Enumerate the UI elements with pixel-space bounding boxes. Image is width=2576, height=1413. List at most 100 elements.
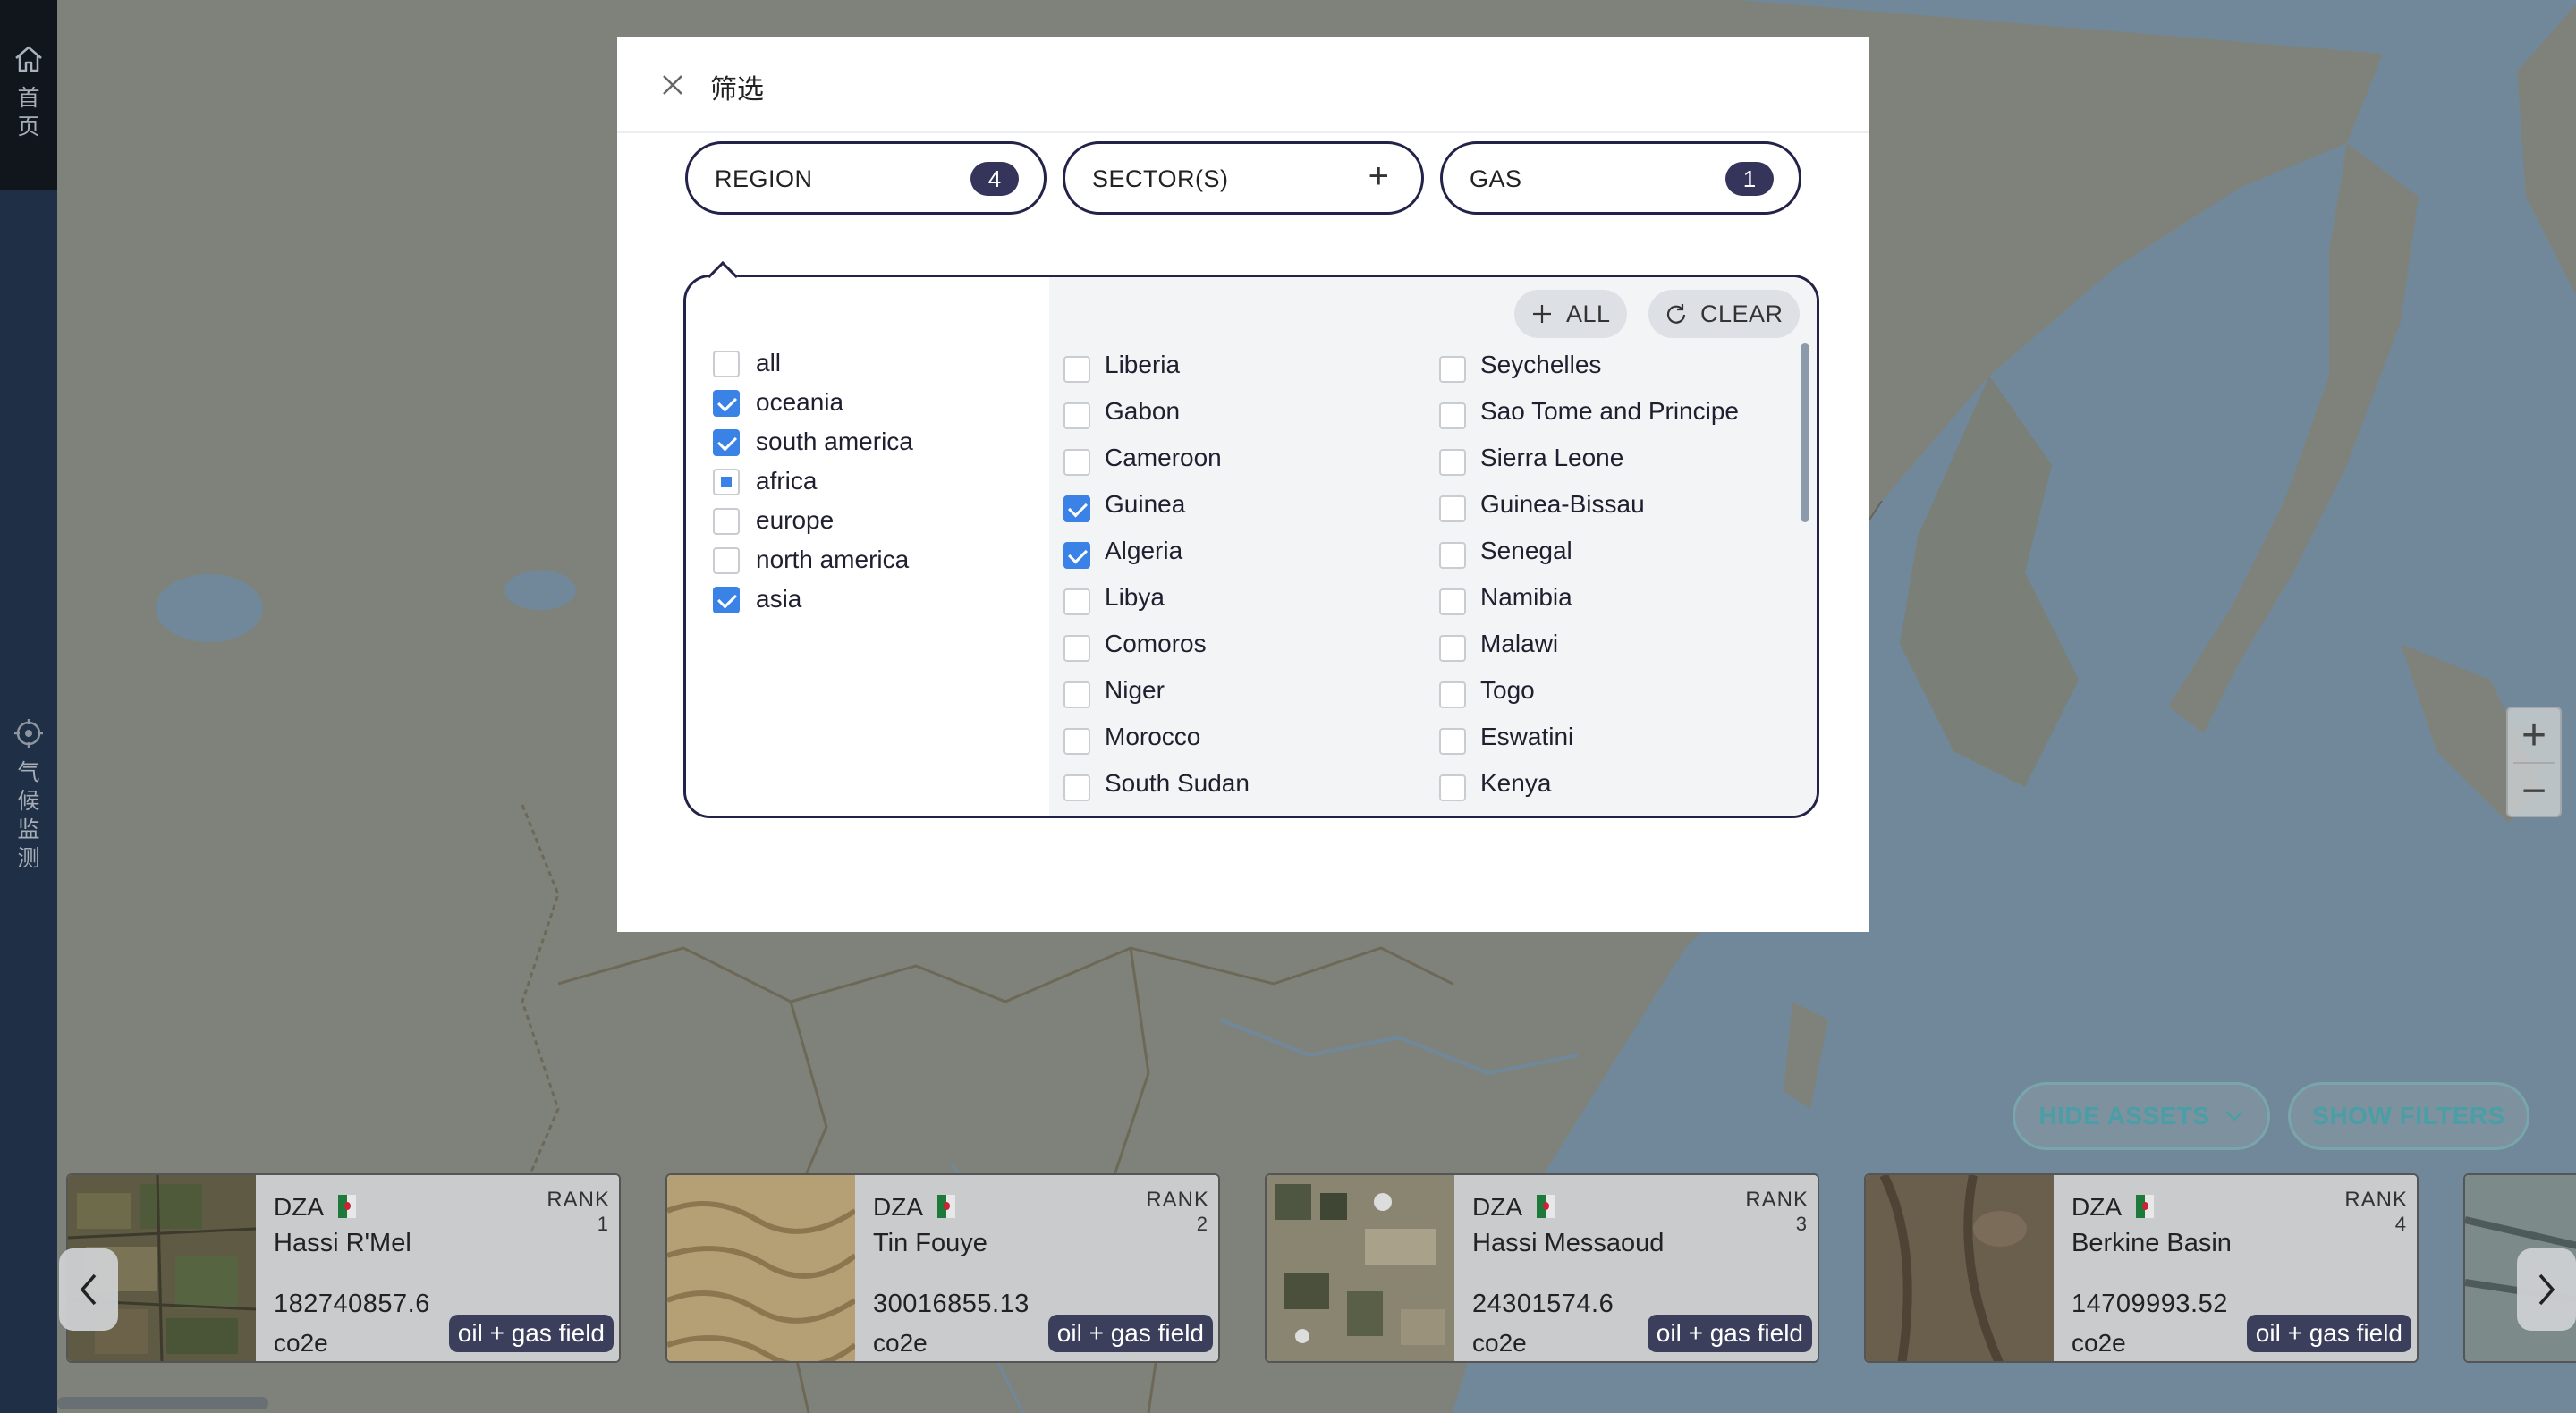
checkbox[interactable] [713, 351, 740, 377]
chevron-left-icon [80, 1273, 97, 1306]
country-label: Kenya [1480, 769, 1552, 797]
checkbox[interactable] [1439, 774, 1466, 801]
select-all-label: ALL [1566, 300, 1611, 327]
country-label: Niger [1105, 676, 1165, 704]
asset-card[interactable]: DZA RANK 4 Berkine Basin 14709993.52 co2… [1864, 1173, 2419, 1363]
country-label: South Sudan [1105, 769, 1250, 797]
checkbox[interactable] [1063, 542, 1090, 569]
checkbox[interactable] [1439, 728, 1466, 755]
gas-count-badge: 1 [1725, 162, 1774, 196]
asset-emissions-value: 14709993.52 [2072, 1290, 2228, 1318]
asset-info: DZA RANK 4 Berkine Basin 14709993.52 co2… [2054, 1175, 2417, 1361]
asset-rank-value: 4 [2394, 1213, 2406, 1235]
chevron-right-icon [2538, 1273, 2555, 1306]
checkbox[interactable] [713, 429, 740, 456]
nav-climate-label: 气候监测 [17, 759, 40, 871]
checkbox[interactable] [1063, 495, 1090, 522]
checkbox[interactable] [1063, 588, 1090, 615]
asset-emissions-unit: co2e [1472, 1329, 1527, 1357]
asset-country-code: DZA [2072, 1193, 2122, 1221]
sectors-filter-label: SECTOR(S) [1092, 165, 1229, 192]
carousel-next-button[interactable] [2517, 1248, 2576, 1331]
asset-thumbnail [667, 1175, 855, 1361]
checkbox[interactable] [1439, 542, 1466, 569]
zoom-out-button[interactable]: − [2508, 764, 2560, 817]
region-filter-pill[interactable]: REGION 4 [685, 141, 1046, 215]
asset-card[interactable]: DZA RANK 3 Hassi Messaoud 24301574.6 co2… [1265, 1173, 1819, 1363]
zoom-control: + − [2506, 706, 2562, 817]
asset-rank-value: 1 [597, 1213, 608, 1235]
nav-item-climate[interactable]: 气候监测 [0, 717, 57, 873]
asset-card[interactable]: DZA RANK 1 Hassi R'Mel 182740857.6 co2e … [66, 1173, 621, 1363]
checkbox[interactable] [1063, 402, 1090, 429]
asset-type-badge: oil + gas field [448, 1315, 614, 1352]
checkbox[interactable] [713, 469, 740, 495]
country-label: Comoros [1105, 630, 1207, 657]
country-label: Malawi [1480, 630, 1559, 657]
region-label: south america [756, 427, 913, 455]
region-label: africa [756, 467, 818, 495]
checkbox[interactable] [1063, 774, 1090, 801]
checkbox[interactable] [713, 508, 740, 535]
asset-type-badge: oil + gas field [1047, 1315, 1213, 1352]
chevron-down-icon [2224, 1111, 2243, 1121]
hide-assets-button[interactable]: HIDE ASSETS [2012, 1082, 2270, 1150]
select-all-chip[interactable]: ALL [1514, 290, 1627, 338]
country-label: Morocco [1105, 723, 1201, 750]
asset-card[interactable]: DZA RANK 2 Tin Fouye 30016855.13 co2e oi… [665, 1173, 1220, 1363]
algeria-flag-icon [2136, 1195, 2154, 1218]
gas-filter-pill[interactable]: GAS 1 [1440, 141, 1801, 215]
region-label: all [756, 349, 782, 377]
asset-rank-value: 2 [1196, 1213, 1208, 1235]
country-label: Senegal [1480, 537, 1572, 564]
show-filters-label: SHOW FILTERS [2312, 1102, 2505, 1130]
checkbox[interactable] [1063, 728, 1090, 755]
asset-country-code: DZA [274, 1193, 324, 1221]
checkbox[interactable] [1439, 495, 1466, 522]
clear-chip[interactable]: CLEAR [1648, 290, 1800, 338]
country-label: Algeria [1105, 537, 1183, 564]
clear-label: CLEAR [1700, 300, 1784, 327]
hide-assets-label: HIDE ASSETS [2038, 1102, 2210, 1130]
checkbox[interactable] [713, 547, 740, 574]
nav-item-home[interactable]: 首页 [0, 43, 57, 141]
refresh-icon [1666, 304, 1686, 324]
region-label: north america [756, 546, 910, 573]
show-filters-button[interactable]: SHOW FILTERS [2288, 1082, 2529, 1150]
checkbox[interactable] [1063, 449, 1090, 476]
checkbox[interactable] [1439, 449, 1466, 476]
checkbox[interactable] [1439, 356, 1466, 383]
zoom-in-button[interactable]: + [2508, 708, 2560, 762]
checkbox[interactable] [1439, 402, 1466, 429]
checkbox[interactable] [1063, 635, 1090, 662]
checkbox[interactable] [713, 390, 740, 417]
checkbox[interactable] [1439, 588, 1466, 615]
asset-rank-label: RANK [2344, 1188, 2408, 1212]
asset-emissions-unit: co2e [274, 1329, 328, 1357]
country-list-scrollbar[interactable] [1801, 343, 1809, 522]
region-label: asia [756, 585, 802, 613]
close-icon[interactable] [657, 69, 689, 101]
carousel-prev-button[interactable] [59, 1248, 118, 1331]
asset-rank-label: RANK [1146, 1188, 1209, 1212]
checkbox[interactable] [1063, 356, 1090, 383]
carousel-scrollbar[interactable] [57, 1397, 268, 1409]
country-list: ALL CLEAR Liberia Gabon Cameroon Guinea … [1049, 277, 1817, 816]
asset-rank-label: RANK [547, 1188, 610, 1212]
modal-header: 筛选 [617, 37, 1869, 133]
checkbox[interactable] [1439, 681, 1466, 708]
asset-rank-value: 3 [1795, 1213, 1807, 1235]
country-label: Guinea-Bissau [1480, 490, 1645, 518]
plus-icon [1533, 305, 1551, 323]
asset-emissions-unit: co2e [2072, 1329, 2126, 1357]
checkbox[interactable] [1439, 635, 1466, 662]
asset-emissions-value: 30016855.13 [873, 1290, 1030, 1318]
asset-name: Berkine Basin [2072, 1229, 2232, 1257]
asset-name: Hassi R'Mel [274, 1229, 411, 1257]
nav-home-label: 首页 [17, 85, 40, 140]
checkbox[interactable] [713, 587, 740, 613]
country-label: Eswatini [1480, 723, 1574, 750]
checkbox[interactable] [1063, 681, 1090, 708]
sectors-filter-pill[interactable]: SECTOR(S) + [1063, 141, 1424, 215]
asset-info: DZA RANK 2 Tin Fouye 30016855.13 co2e oi… [855, 1175, 1218, 1361]
